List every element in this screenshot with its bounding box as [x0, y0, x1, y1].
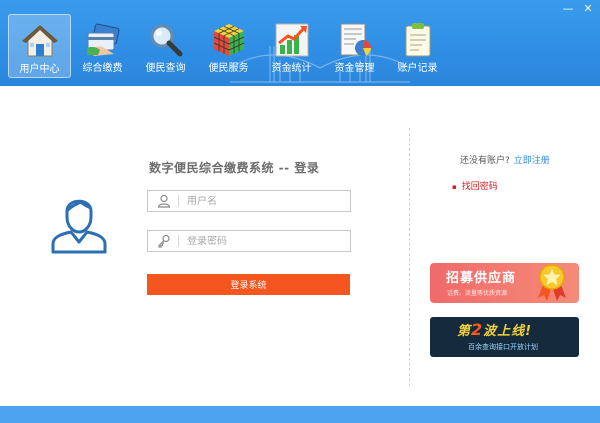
- nav-label: 资金管理: [334, 63, 375, 74]
- second-wave-banner[interactable]: 第2波上线! 百余查询接口开放计划: [430, 317, 579, 357]
- user-icon: [157, 194, 171, 208]
- key-icon: [158, 234, 170, 248]
- main-nav: 用户中心 综合缴费 便民查询 便民服务 资金统计 资金管理 账户记录: [8, 14, 449, 78]
- bar-chart-icon: [275, 23, 308, 57]
- login-panel: 数字便民综合缴费系统 -- 登录 登录系统 还没有账户? 立即注册 ▪ 找回密码 招…: [0, 86, 600, 406]
- nav-label: 账户记录: [397, 63, 438, 74]
- register-prompt: 还没有账户? 立即注册: [460, 153, 550, 166]
- nav-service[interactable]: 便民服务: [197, 14, 260, 78]
- nav-label: 用户中心: [19, 64, 60, 75]
- wave-number: 2: [471, 320, 484, 339]
- username-field[interactable]: [147, 190, 351, 212]
- nav-payment[interactable]: 综合缴费: [71, 14, 134, 78]
- medal-icon: [538, 264, 566, 301]
- magnifier-icon: [150, 24, 182, 57]
- password-input[interactable]: [187, 235, 347, 247]
- ledger-pie-icon: [340, 23, 371, 56]
- page-title: 数字便民综合缴费系统 -- 登录: [149, 161, 320, 175]
- find-password-label: 找回密码: [461, 182, 498, 192]
- banner-title: 招募供应商: [446, 271, 517, 286]
- login-button[interactable]: 登录系统: [147, 274, 350, 295]
- clipboard-icon: [405, 23, 430, 57]
- nav-fund-stats[interactable]: 资金统计: [260, 14, 323, 78]
- minimize-button[interactable]: —: [560, 2, 576, 16]
- find-password-link[interactable]: ▪ 找回密码: [452, 179, 498, 192]
- nav-label: 便民服务: [208, 63, 249, 74]
- wave-prefix: 第: [457, 324, 472, 339]
- nav-label: 资金统计: [271, 63, 312, 74]
- nav-label: 便民查询: [145, 63, 186, 74]
- payment-card-icon: [86, 23, 120, 56]
- top-toolbar-bar: — ✕ 用户中心 综合缴费 便民查询 便民服务 资金统计 资金管理 账户记录: [0, 0, 600, 86]
- user-avatar-icon: [51, 199, 107, 254]
- register-link[interactable]: 立即注册: [514, 156, 550, 166]
- supplier-recruit-banner[interactable]: 招募供应商 话费、流量等优质资源: [430, 263, 579, 303]
- nav-fund-manage[interactable]: 资金管理: [323, 14, 386, 78]
- username-input[interactable]: [187, 195, 347, 207]
- cube-icon: [213, 24, 244, 56]
- field-separator: [178, 235, 179, 247]
- nav-query[interactable]: 便民查询: [134, 14, 197, 78]
- status-bar: [0, 406, 600, 423]
- banner-subtitle: 百余查询接口开放计划: [468, 343, 538, 351]
- bullet-icon: ▪: [452, 183, 457, 191]
- banner-title: 第2波上线!: [457, 320, 532, 339]
- banner-subtitle: 话费、流量等优质资源: [447, 290, 508, 297]
- field-separator: [178, 195, 179, 207]
- window-controls: — ✕: [560, 2, 596, 16]
- no-account-text: 还没有账户?: [460, 156, 510, 166]
- close-button[interactable]: ✕: [580, 2, 596, 16]
- nav-account-records[interactable]: 账户记录: [386, 14, 449, 78]
- nav-label: 综合缴费: [82, 63, 123, 74]
- wave-suffix: 波上线!: [483, 324, 533, 339]
- password-field[interactable]: [147, 230, 351, 252]
- home-icon: [21, 25, 58, 57]
- nav-user-center[interactable]: 用户中心: [8, 14, 71, 78]
- vertical-divider: [409, 128, 410, 386]
